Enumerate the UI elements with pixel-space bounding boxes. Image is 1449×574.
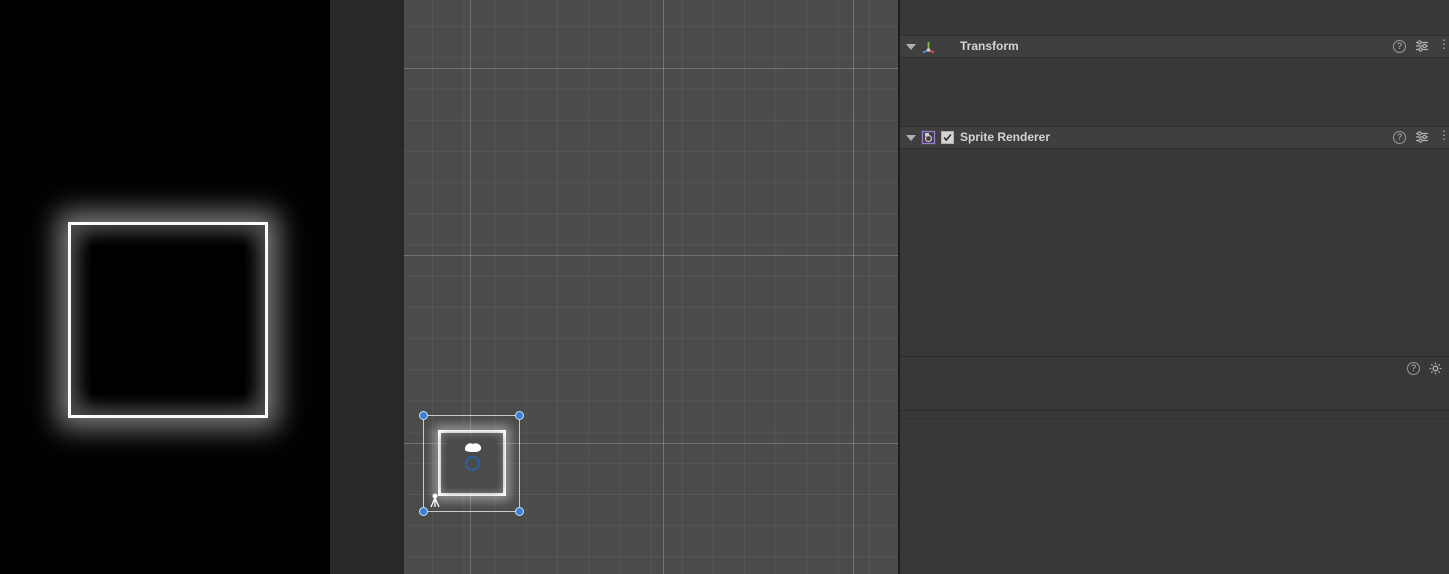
transform-header-icons: ? ⋮ [1393,38,1449,53]
scene-grid-major-vertical [663,0,664,574]
scene-grid-major-horizontal [404,68,898,69]
transform-title: Transform [960,39,1019,53]
inspector-panel: Tag Untagged Layer Default Transform ? [900,0,1449,574]
section-divider [900,418,1449,419]
scene-grid-major-vertical [853,0,854,574]
sprite-renderer-icon [921,130,936,145]
section-divider [900,410,1449,411]
sprite-renderer-component-header[interactable]: Sprite Renderer ? ⋮ [900,126,1449,149]
transform-foldout-arrow[interactable] [906,44,916,50]
sprite-renderer-header-icons: ? ⋮ [1393,129,1449,144]
help-icon[interactable]: ? [1393,130,1406,144]
mouse-cursor-icon [465,443,482,452]
selection-handle-top-right[interactable] [515,411,524,420]
preset-settings-icon[interactable] [1415,130,1429,144]
scene-left-gutter [330,0,404,574]
move-gizmo-center[interactable] [465,456,480,471]
pivot-anchor-gizmo-icon [430,493,440,508]
preset-settings-icon[interactable] [1415,39,1429,53]
scene-grid-major-horizontal [404,255,898,256]
selection-handle-bottom-right[interactable] [515,507,524,516]
section-divider [900,356,1449,357]
sprite-preview-panel [0,0,330,574]
gear-icon[interactable] [1429,362,1442,375]
help-icon[interactable]: ? [1393,39,1406,53]
transform-axis-icon [922,42,935,54]
kebab-menu-icon[interactable]: ⋮ [1438,129,1449,144]
sprite-renderer-foldout-arrow[interactable] [906,135,916,141]
help-icon[interactable]: ? [1407,362,1420,375]
sprite-renderer-enabled-checkbox[interactable] [941,131,954,144]
transform-component-header[interactable]: Transform ? ⋮ [900,35,1449,58]
material-preview-header-icons: ? [1407,362,1442,375]
unity-editor-window: Tag Untagged Layer Default Transform ? [0,0,1449,574]
sprite-preview-inner-fill [91,245,245,395]
sprite-renderer-title: Sprite Renderer [960,130,1051,144]
kebab-menu-icon[interactable]: ⋮ [1438,38,1449,53]
selection-handle-top-left[interactable] [419,411,428,420]
sprite-preview-glow-square [68,222,268,418]
selection-handle-bottom-left[interactable] [419,507,428,516]
